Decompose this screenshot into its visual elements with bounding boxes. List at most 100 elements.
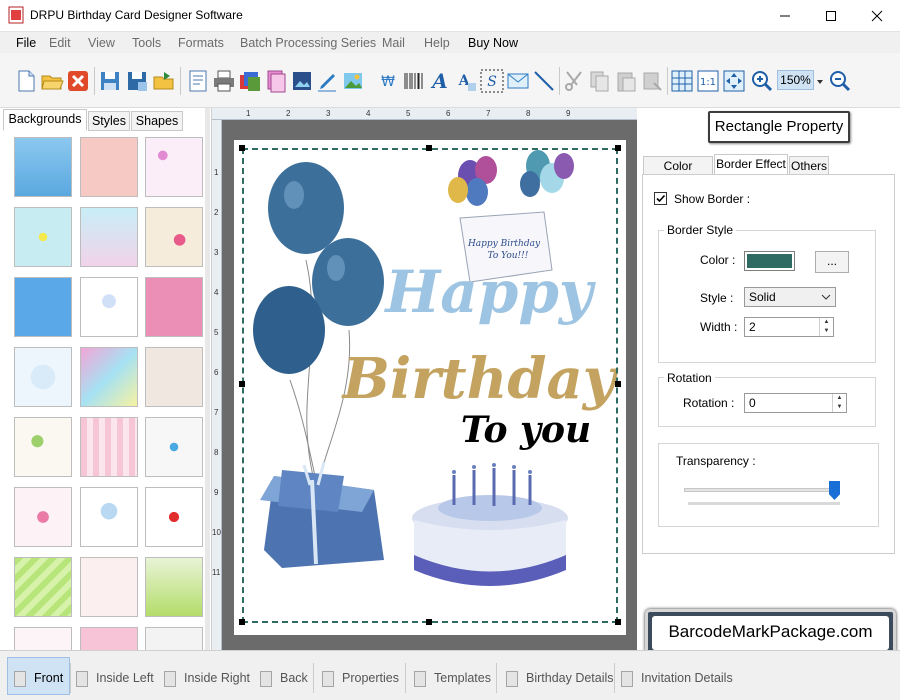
background-thumbnail[interactable] (14, 347, 72, 407)
menu-mail[interactable]: Mail (382, 36, 405, 50)
close-file-icon[interactable] (66, 69, 90, 93)
menu-file[interactable]: File (16, 36, 36, 50)
signature-icon[interactable]: S (480, 69, 504, 93)
background-thumbnail[interactable] (80, 487, 138, 547)
text-icon[interactable]: A (428, 69, 452, 93)
show-border-checkbox[interactable] (654, 192, 667, 205)
width-spinner[interactable]: ▲ ▼ (819, 318, 833, 336)
mail-icon[interactable] (506, 69, 530, 93)
background-thumbnail[interactable] (145, 557, 203, 617)
rotation-input[interactable]: 0 ▲ ▼ (744, 393, 847, 413)
background-thumbnail[interactable] (145, 207, 203, 267)
resize-handle[interactable] (615, 381, 621, 387)
color-browse-button[interactable]: ... (815, 251, 849, 273)
page-tab-front[interactable]: Front (14, 667, 63, 689)
delete-icon[interactable] (640, 69, 664, 93)
save-as-icon[interactable] (125, 69, 149, 93)
watermark-icon[interactable]: ₩ (376, 69, 400, 93)
transparency-slider-track[interactable] (684, 488, 840, 492)
close-button[interactable] (854, 0, 900, 31)
background-thumbnail[interactable] (145, 417, 203, 477)
left-panel-scrollbar[interactable] (205, 108, 210, 650)
background-thumbnail[interactable] (14, 557, 72, 617)
zoom-out-icon[interactable] (828, 69, 852, 93)
invitation-details-button[interactable]: Invitation Details (621, 667, 733, 689)
maximize-button[interactable] (808, 0, 854, 31)
zoom-level-field[interactable]: 150% (777, 70, 814, 90)
background-thumbnail[interactable] (145, 627, 203, 650)
resize-handle[interactable] (426, 619, 432, 625)
save-icon[interactable] (98, 69, 122, 93)
resize-handle[interactable] (239, 381, 245, 387)
print-icon[interactable] (212, 69, 236, 93)
menu-help[interactable]: Help (424, 36, 450, 50)
resize-handle[interactable] (615, 619, 621, 625)
tab-color-effects[interactable]: Color Effects (643, 156, 713, 191)
paste-icon[interactable] (614, 69, 638, 93)
background-thumbnail[interactable] (80, 207, 138, 267)
background-thumbnail[interactable] (80, 417, 138, 477)
menu-view[interactable]: View (88, 36, 115, 50)
background-thumbnail[interactable] (14, 207, 72, 267)
background-thumbnail[interactable] (145, 487, 203, 547)
background-thumbnail[interactable] (80, 627, 138, 650)
tab-shapes[interactable]: Shapes (131, 111, 183, 131)
selected-rectangle[interactable] (242, 148, 618, 623)
menu-buy-now[interactable]: Buy Now (468, 36, 518, 50)
resize-handle[interactable] (426, 145, 432, 151)
grid-icon[interactable] (670, 69, 694, 93)
background-thumbnail[interactable] (14, 627, 72, 650)
actual-size-icon[interactable]: 1:1 (696, 69, 720, 93)
tab-border-effect[interactable]: Border Effect (714, 154, 788, 175)
tab-backgrounds[interactable]: Backgrounds (3, 109, 87, 131)
pencil-icon[interactable] (316, 69, 340, 93)
copy-icon[interactable] (588, 69, 612, 93)
background-thumbnail[interactable] (14, 277, 72, 337)
background-thumbnail[interactable] (80, 347, 138, 407)
page-tab-back[interactable]: Back (260, 667, 308, 689)
background-thumbnail[interactable] (80, 277, 138, 337)
background-thumbnail[interactable] (14, 487, 72, 547)
menu-batch-processing[interactable]: Batch Processing Series (240, 36, 376, 50)
open-icon[interactable] (40, 69, 64, 93)
word-art-icon[interactable]: A (454, 69, 478, 93)
tab-styles[interactable]: Styles (88, 111, 130, 131)
rotation-spinner[interactable]: ▲ ▼ (832, 394, 846, 412)
new-icon[interactable] (14, 69, 38, 93)
tab-others[interactable]: Others (789, 156, 829, 175)
menu-formats[interactable]: Formats (178, 36, 224, 50)
cut-icon[interactable] (562, 69, 586, 93)
copy-design-icon[interactable] (264, 69, 288, 93)
border-color-swatch[interactable] (744, 251, 795, 271)
menu-edit[interactable]: Edit (49, 36, 71, 50)
border-style-select[interactable]: Solid (744, 287, 836, 307)
resize-handle[interactable] (615, 145, 621, 151)
batch-print-icon[interactable] (238, 69, 262, 93)
resize-handle[interactable] (239, 619, 245, 625)
menu-tools[interactable]: Tools (132, 36, 161, 50)
resize-handle[interactable] (239, 145, 245, 151)
page-tab-inside-left[interactable]: Inside Left (76, 667, 154, 689)
birthday-details-button[interactable]: Birthday Details (506, 667, 614, 689)
image-icon[interactable] (290, 69, 314, 93)
zoom-dropdown-icon[interactable] (815, 69, 825, 93)
border-width-input[interactable]: 2 ▲ ▼ (744, 317, 834, 337)
background-thumbnail[interactable] (145, 137, 203, 197)
background-thumbnail[interactable] (145, 277, 203, 337)
background-thumbnail[interactable] (80, 557, 138, 617)
export-icon[interactable] (152, 69, 176, 93)
background-thumbnail[interactable] (14, 137, 72, 197)
zoom-in-icon[interactable] (750, 69, 774, 93)
birthday-card[interactable]: Happy Birthday To You!!! Happy Birthday … (234, 140, 626, 635)
page-setup-icon[interactable] (186, 69, 210, 93)
page-tab-inside-right[interactable]: Inside Right (164, 667, 250, 689)
background-thumbnail[interactable] (80, 137, 138, 197)
barcode-icon[interactable] (402, 69, 426, 93)
picture-tool-icon[interactable] (342, 69, 366, 93)
fit-to-window-icon[interactable] (722, 69, 746, 93)
background-thumbnail[interactable] (14, 417, 72, 477)
templates-button[interactable]: Templates (414, 667, 491, 689)
line-icon[interactable] (532, 69, 556, 93)
minimize-button[interactable] (762, 0, 808, 31)
background-thumbnail[interactable] (145, 347, 203, 407)
